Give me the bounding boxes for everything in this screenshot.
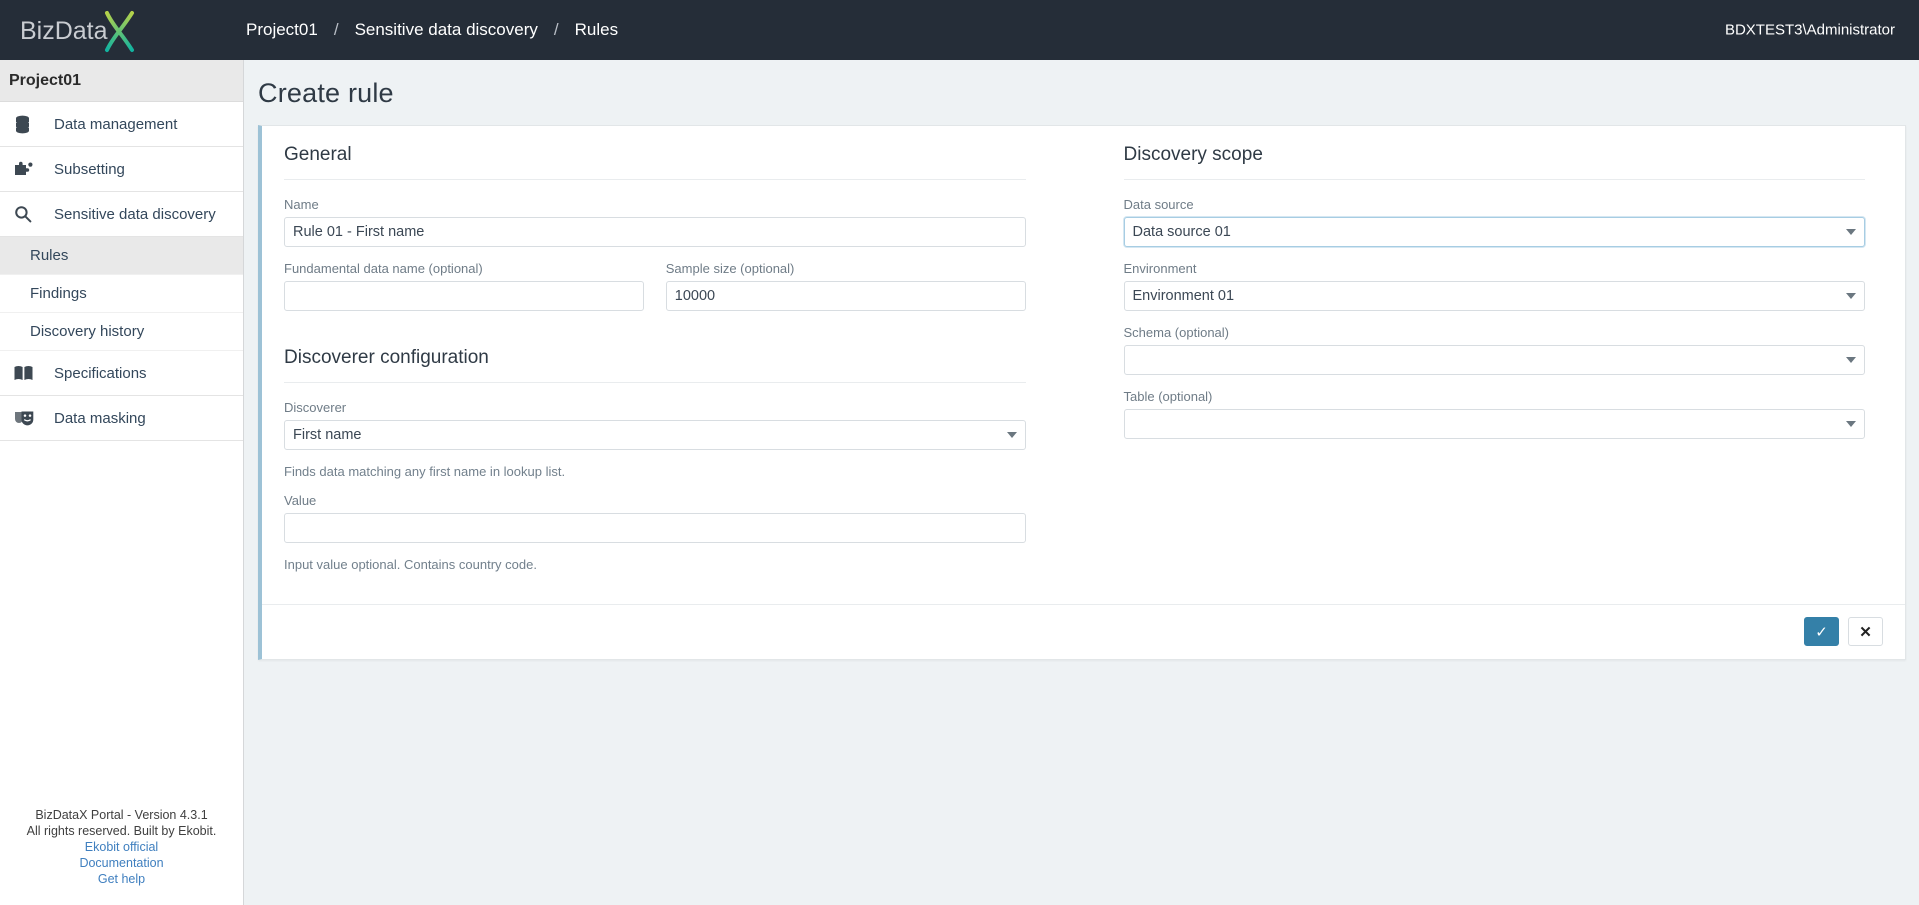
value-input[interactable]: [284, 513, 1026, 543]
value-label: Value: [284, 493, 317, 508]
page-title: Create rule: [258, 78, 394, 108]
card-footer-actions: ✓ ✕: [262, 604, 1905, 659]
field-table: Table (optional): [1123, 389, 1865, 439]
data-source-label: Data source: [1123, 197, 1194, 212]
svg-text:BizData: BizData: [20, 17, 108, 45]
schema-label: Schema (optional): [1123, 325, 1230, 340]
sidebar-item-label: Data masking: [54, 409, 146, 427]
database-icon: [14, 113, 40, 135]
save-button[interactable]: ✓: [1804, 617, 1839, 646]
discoverer-select-value: First name: [293, 427, 362, 443]
sidebar-subitem-label: Findings: [30, 285, 87, 302]
sidebar-item-label: Specifications: [54, 364, 147, 382]
check-icon: ✓: [1815, 623, 1828, 641]
discoverer-configuration-section-title: Discoverer configuration: [284, 325, 1026, 383]
sidebar-item-data-management[interactable]: Data management: [0, 102, 243, 147]
discovery-scope-section-title: Discovery scope: [1123, 126, 1865, 180]
masks-icon: [14, 407, 40, 429]
value-help-text: Input value optional. Contains country c…: [284, 557, 537, 572]
portal-version-text: BizDataX Portal - Version 4.3.1: [35, 808, 208, 822]
sidebar-item-label: Subsetting: [54, 160, 125, 178]
field-sample-size: Sample size (optional): [665, 261, 1026, 311]
table-label: Table (optional): [1123, 389, 1213, 404]
sidebar-subitem-label: Rules: [30, 247, 69, 264]
link-documentation[interactable]: Documentation: [0, 855, 243, 871]
sidebar-item-data-masking[interactable]: Data masking: [0, 396, 243, 441]
field-fundamental-data-name: Fundamental data name (optional): [284, 261, 644, 311]
create-rule-card: General Name Fundamental data name (opti…: [258, 125, 1906, 660]
sidebar-subitem-label: Discovery history: [30, 323, 145, 340]
schema-select-wrap: [1123, 345, 1865, 375]
breadcrumb: Project01 / Sensitive data discovery / R…: [244, 20, 620, 40]
field-name: Name: [284, 197, 1026, 247]
data-source-select[interactable]: Data source 01: [1123, 217, 1865, 247]
schema-select[interactable]: [1123, 345, 1865, 375]
sidebar-project-header: Project01: [0, 60, 243, 102]
search-icon: [14, 203, 40, 225]
environment-select[interactable]: Environment 01: [1123, 281, 1865, 311]
name-label: Name: [284, 197, 319, 212]
current-user-label[interactable]: BDXTEST3\Administrator: [1725, 22, 1895, 39]
discoverer-help-text: Finds data matching any first name in lo…: [284, 464, 566, 479]
environment-label: Environment: [1123, 261, 1197, 276]
fundamental-data-name-input[interactable]: [284, 281, 644, 311]
sidebar-item-label: Data management: [54, 115, 178, 133]
sidebar-item-subsetting[interactable]: Subsetting: [0, 147, 243, 192]
sample-size-label: Sample size (optional): [665, 261, 795, 276]
app-logo[interactable]: BizData: [0, 0, 244, 60]
environment-select-value: Environment 01: [1132, 288, 1235, 304]
sidebar-item-specifications[interactable]: Specifications: [0, 351, 243, 396]
close-icon: ✕: [1859, 623, 1872, 641]
sample-size-input[interactable]: [665, 281, 1026, 311]
name-input[interactable]: [284, 217, 1026, 247]
field-discoverer: Discoverer First name: [284, 400, 1026, 450]
sidebar-item-label: Sensitive data discovery: [54, 205, 216, 223]
data-source-select-wrap: Data source 01: [1123, 217, 1865, 247]
cancel-button[interactable]: ✕: [1848, 617, 1883, 646]
copyright-text: All rights reserved. Built by Ekobit.: [26, 824, 217, 838]
puzzle-icon: [14, 158, 40, 180]
discoverer-select-wrap: First name: [284, 420, 1026, 450]
field-value: Value: [284, 493, 1026, 543]
link-get-help[interactable]: Get help: [0, 871, 243, 887]
book-icon: [14, 362, 40, 384]
field-environment: Environment Environment 01: [1123, 261, 1865, 311]
table-select[interactable]: [1123, 409, 1865, 439]
top-bar: BizData Project01 / Sensitive data disco…: [0, 0, 1919, 60]
main-content: Create rule General Name Fundamental dat…: [244, 60, 1919, 905]
field-schema: Schema (optional): [1123, 325, 1865, 375]
sidebar-subitem-findings[interactable]: Findings: [0, 275, 243, 313]
breadcrumb-separator: /: [553, 20, 559, 39]
breadcrumb-separator: /: [333, 20, 339, 39]
environment-select-wrap: Environment 01: [1123, 281, 1865, 311]
link-ekobit-official[interactable]: Ekobit official: [0, 839, 243, 855]
sidebar-nav: Data management Subsetting Sensitive dat…: [0, 102, 243, 441]
discoverer-label: Discoverer: [284, 400, 347, 415]
breadcrumb-item-rules[interactable]: Rules: [573, 20, 620, 40]
bizdatax-logo-icon: BizData: [20, 11, 134, 52]
sidebar-item-sensitive-data-discovery[interactable]: Sensitive data discovery: [0, 192, 243, 237]
form-column-left: General Name Fundamental data name (opti…: [262, 126, 1084, 586]
table-select-wrap: [1123, 409, 1865, 439]
general-section-title: General: [284, 126, 1026, 180]
sidebar-footer: BizDataX Portal - Version 4.3.1 All righ…: [0, 807, 243, 905]
breadcrumb-item-project[interactable]: Project01: [244, 20, 320, 40]
sidebar-subitem-rules[interactable]: Rules: [0, 237, 243, 275]
create-rule-form: General Name Fundamental data name (opti…: [262, 126, 1905, 586]
discoverer-select[interactable]: First name: [284, 420, 1026, 450]
field-row-fundamental-sample: Fundamental data name (optional) Sample …: [284, 261, 1026, 325]
sidebar: Project01 Data management Subsetting Sen…: [0, 60, 244, 905]
field-data-source: Data source Data source 01: [1123, 197, 1865, 247]
sidebar-subitem-discovery-history[interactable]: Discovery history: [0, 313, 243, 351]
form-column-right: Discovery scope Data source Data source …: [1084, 126, 1906, 586]
data-source-select-value: Data source 01: [1132, 224, 1231, 240]
breadcrumb-item-sensitive-data-discovery[interactable]: Sensitive data discovery: [353, 20, 540, 40]
fundamental-data-name-label: Fundamental data name (optional): [284, 261, 483, 276]
